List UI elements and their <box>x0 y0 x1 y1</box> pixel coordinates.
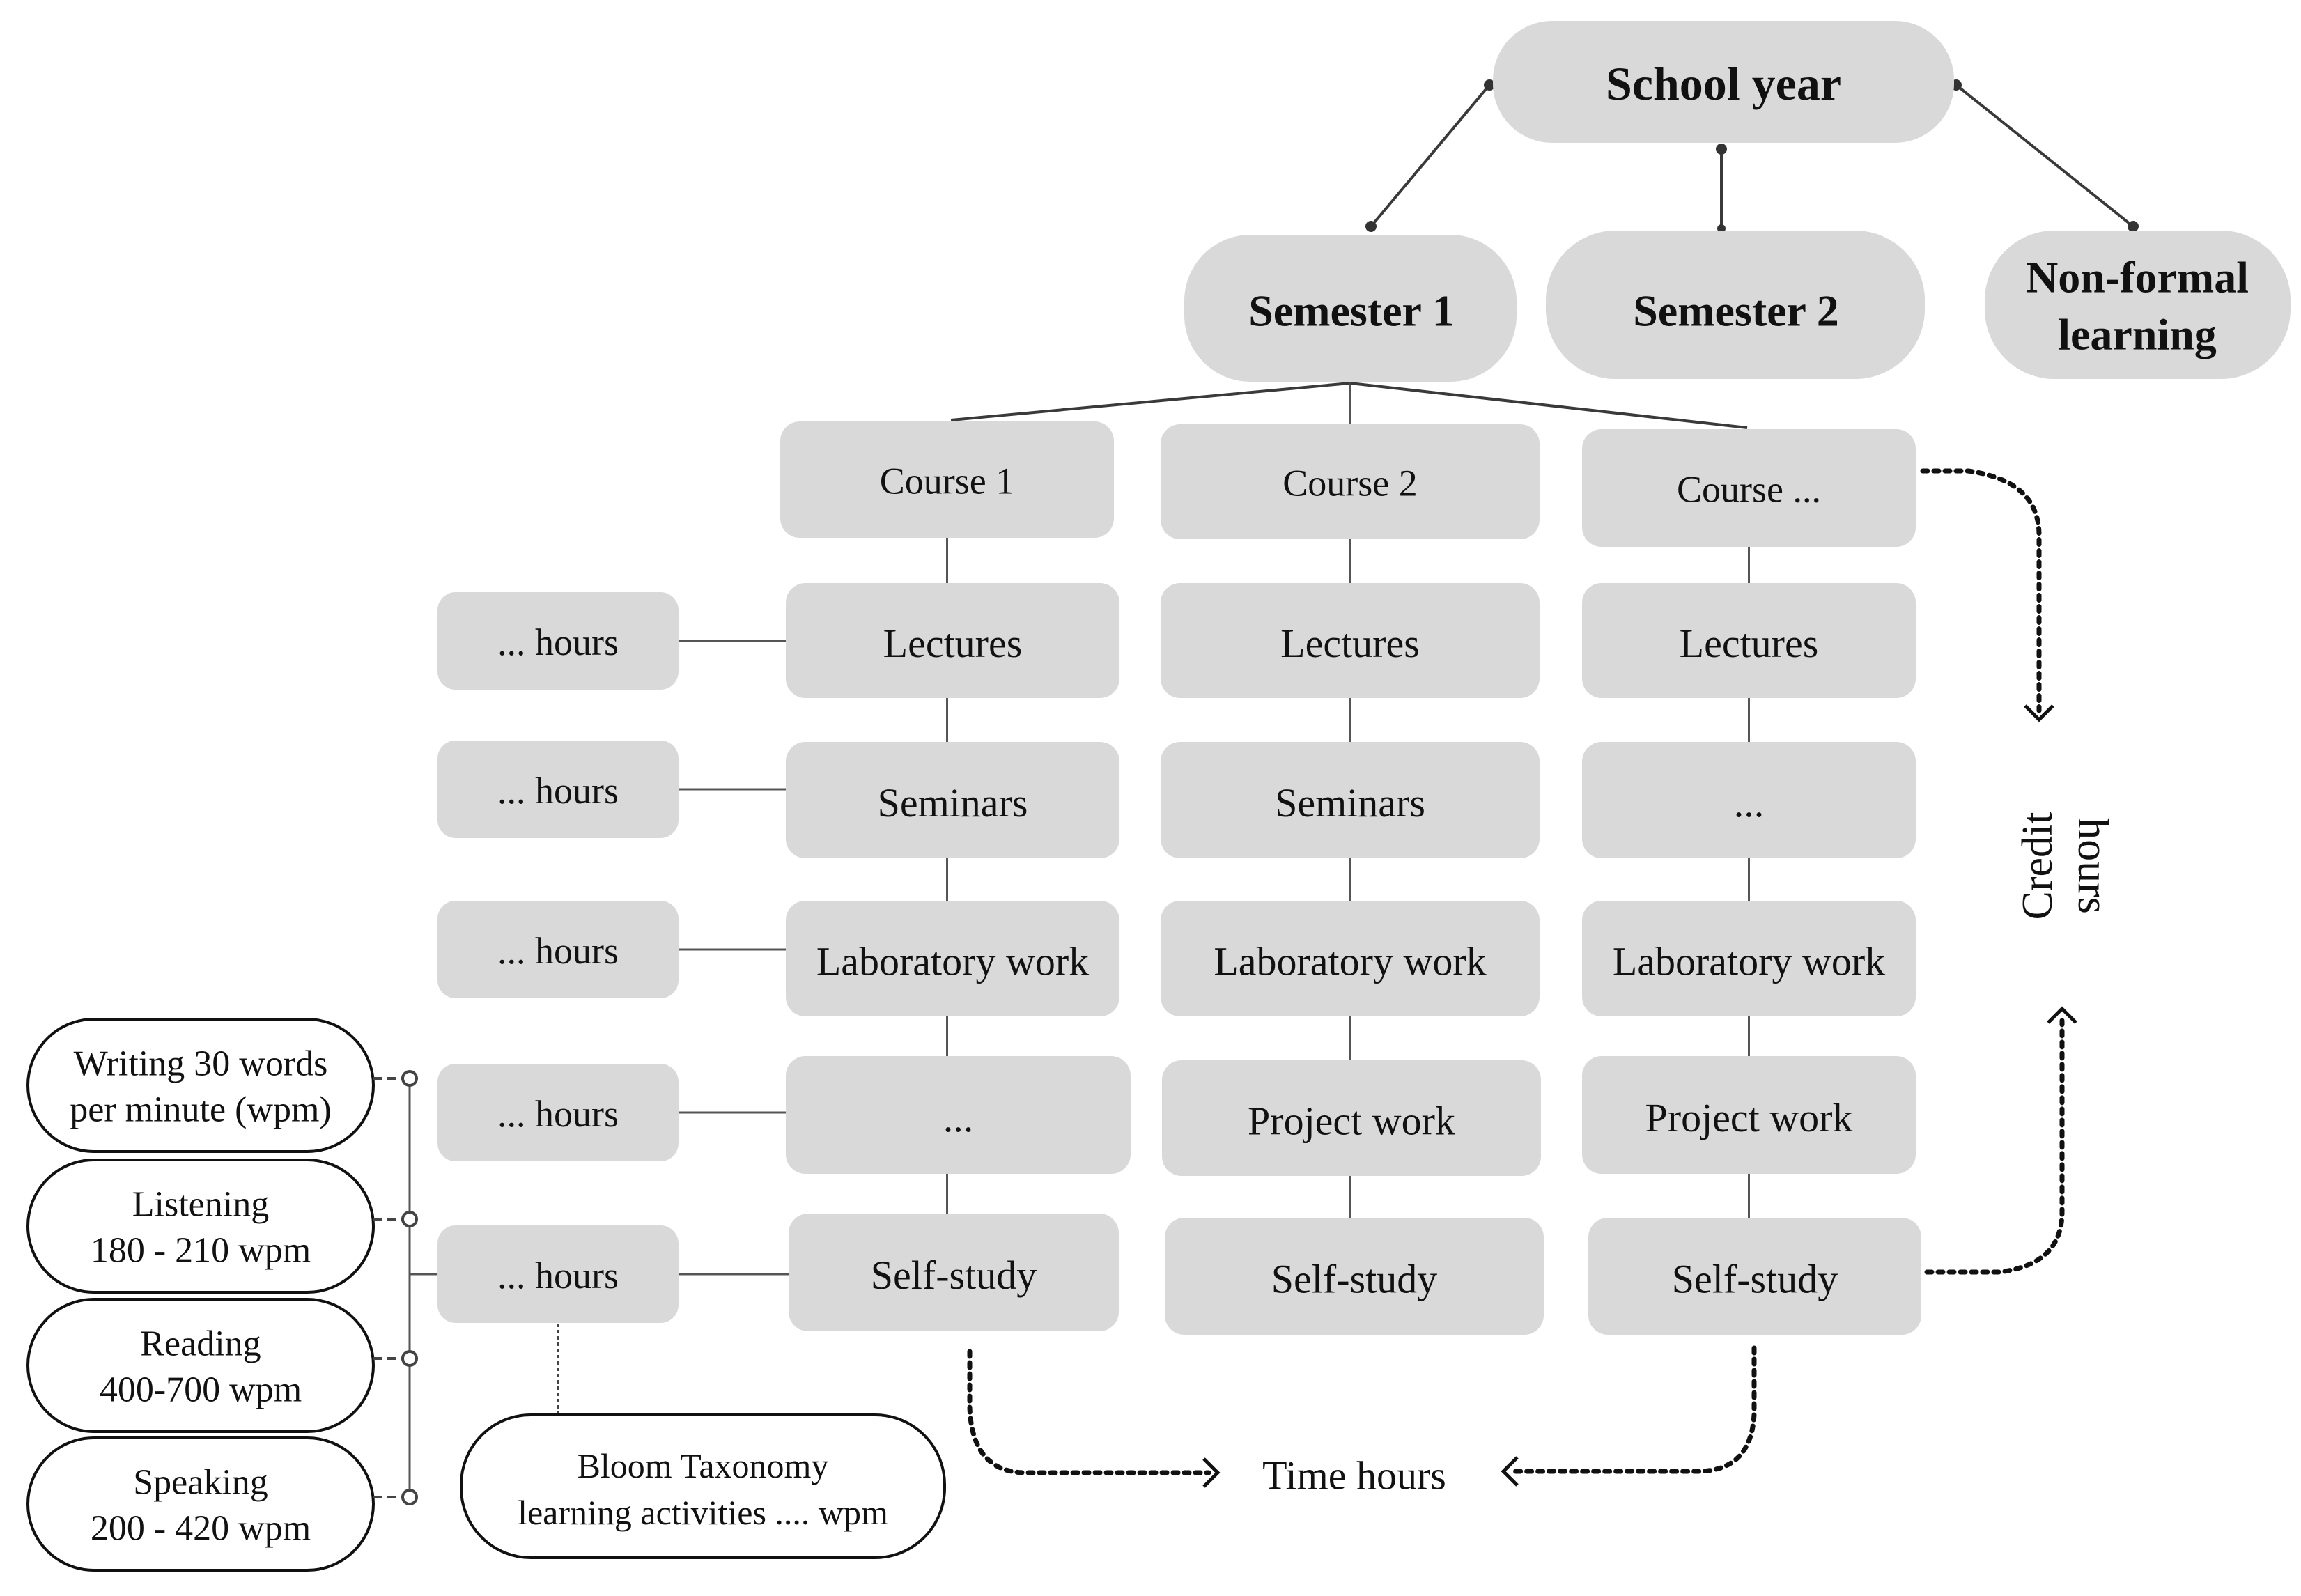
bloom-line2: learning activities .... wpm <box>518 1493 888 1532</box>
credit-hours-flow: Credit hours <box>1920 468 2116 1275</box>
course-node: Course ... <box>1582 429 1916 547</box>
activity-label: ... <box>943 1095 974 1140</box>
skill-line1: Reading <box>140 1324 261 1364</box>
skill-node: Writing 30 words per minute (wpm) <box>26 1018 418 1153</box>
connector-endpoint <box>1365 221 1377 232</box>
activity-label: Lectures <box>883 621 1023 666</box>
activity-node: ... <box>1582 742 1916 858</box>
skill-line1: Speaking <box>133 1463 268 1503</box>
hours-label: ... hours <box>497 621 619 663</box>
curriculum-diagram: School year Semester 1 Semester 2 Non-fo… <box>26 21 2291 1572</box>
dotted-arrow-left <box>967 1349 1211 1475</box>
activity-label: ... <box>1734 780 1765 826</box>
time-hours-label: Time hours <box>1262 1453 1446 1498</box>
semester-course-connectors <box>950 382 1748 429</box>
course-title: Course 1 <box>880 460 1014 502</box>
dotted-arrow-top <box>1920 468 2042 713</box>
hours-node: ... hours <box>437 1225 789 1323</box>
hours-column: ... hours ... hours ... hours ... hours ... … <box>437 592 789 1323</box>
connector-sem1-course1 <box>950 382 1351 421</box>
dotted-arrow-right <box>1510 1345 1757 1474</box>
activity-node: Laboratory work <box>1161 901 1540 1016</box>
hours-node: ... hours <box>437 1064 786 1161</box>
activity-label: Laboratory work <box>816 939 1089 984</box>
activity-label: Lectures <box>1280 621 1420 666</box>
activity-node: Project work <box>1162 1060 1541 1176</box>
skill-line2: per minute (wpm) <box>70 1090 331 1130</box>
school-year-node: School year <box>1493 21 1954 143</box>
activity-node: Self-study <box>1588 1218 1921 1335</box>
activity-label: Self-study <box>1672 1257 1838 1302</box>
activity-node: Self-study <box>1165 1218 1544 1335</box>
connector-endpoint <box>1716 144 1727 155</box>
activity-label: Laboratory work <box>1214 939 1486 984</box>
activity-node: Project work <box>1582 1056 1916 1174</box>
skill-line1: Writing 30 words <box>74 1044 328 1084</box>
connector-year-nonformal <box>1955 84 2135 228</box>
semester-1-label: Semester 1 <box>1248 286 1455 336</box>
course-column: Course 2 Lectures Seminars Laboratory work P… <box>1161 424 1544 1335</box>
course-node: Course 2 <box>1161 424 1540 539</box>
connector-sem1-course3 <box>1349 382 1748 429</box>
skill-line2: 180 - 210 wpm <box>91 1231 311 1271</box>
credit-hours-label: hours <box>2069 818 2116 914</box>
activity-node: Lectures <box>1582 583 1916 698</box>
connector-ring-icon <box>401 1350 418 1367</box>
skill-node: Listening 180 - 210 wpm <box>26 1159 418 1294</box>
dotted-arrow-bottom <box>1924 1018 2065 1275</box>
skills-column: Writing 30 words per minute (wpm) Listenin… <box>26 1018 437 1572</box>
bloom-line1: Bloom Taxonomy <box>578 1446 829 1485</box>
hours-node: ... hours <box>437 741 786 838</box>
activity-node: Seminars <box>786 742 1119 858</box>
non-formal-label-line2: learning <box>2058 310 2217 359</box>
connector-ring-icon <box>401 1070 418 1087</box>
activity-node: ... <box>786 1056 1131 1174</box>
activity-label: Seminars <box>1275 780 1425 826</box>
non-formal-label-line1: Non-formal <box>2026 253 2249 302</box>
semester-2-label: Semester 2 <box>1633 286 1839 336</box>
activity-label: Lectures <box>1680 621 1819 666</box>
connector-endpoint <box>2128 221 2139 232</box>
skill-node: Speaking 200 - 420 wpm <box>26 1436 418 1572</box>
activity-label: Laboratory work <box>1613 939 1885 984</box>
course-column: Course ... Lectures... Laboratory work Proj… <box>1582 429 1921 1335</box>
connector-year-semester1 <box>1370 84 1491 228</box>
hours-label: ... hours <box>497 930 619 972</box>
bloom-taxonomy-node: Bloom Taxonomy learning activities .... … <box>460 1413 946 1559</box>
activity-node: Laboratory work <box>786 901 1119 1016</box>
non-formal-learning-node: Non-formal learning <box>1985 231 2291 379</box>
activity-label: Project work <box>1645 1095 1853 1140</box>
hours-label: ... hours <box>497 1255 619 1296</box>
course-node: Course 1 <box>780 421 1114 538</box>
activity-label: Project work <box>1248 1099 1455 1144</box>
activity-label: Self-study <box>1271 1257 1437 1302</box>
activity-label: Seminars <box>878 780 1028 826</box>
time-hours-flow: Time hours <box>967 1345 1757 1498</box>
hours-node: ... hours <box>437 592 786 690</box>
activity-node: Lectures <box>1161 583 1540 698</box>
course-column: Course 1 Lectures Seminars Laboratory work.… <box>780 421 1131 1331</box>
skill-line1: Listening <box>132 1185 269 1225</box>
school-year-label: School year <box>1606 57 1841 110</box>
connector-ring-icon <box>401 1489 418 1505</box>
semester-2-node: Semester 2 <box>1546 231 1925 379</box>
hours-label: ... hours <box>497 1093 619 1135</box>
course-title: Course 2 <box>1283 463 1417 504</box>
activity-node: Laboratory work <box>1582 901 1916 1016</box>
hours-node: ... hours <box>437 901 786 998</box>
activity-node: Lectures <box>786 583 1119 698</box>
hours-label: ... hours <box>497 770 619 812</box>
activity-label: Self-study <box>871 1253 1037 1298</box>
skill-line2: 200 - 420 wpm <box>91 1509 311 1549</box>
credit-label: Credit <box>2014 812 2061 920</box>
activity-node: Seminars <box>1161 742 1540 858</box>
course-title: Course ... <box>1677 469 1821 511</box>
skill-node: Reading 400-700 wpm <box>26 1298 418 1433</box>
activity-node: Self-study <box>789 1214 1119 1331</box>
semester-1-node: Semester 1 <box>1184 235 1517 382</box>
skill-line2: 400-700 wpm <box>100 1370 302 1410</box>
course-columns: Course 1 Lectures Seminars Laboratory work.… <box>780 421 1921 1335</box>
connector-ring-icon <box>401 1211 418 1227</box>
